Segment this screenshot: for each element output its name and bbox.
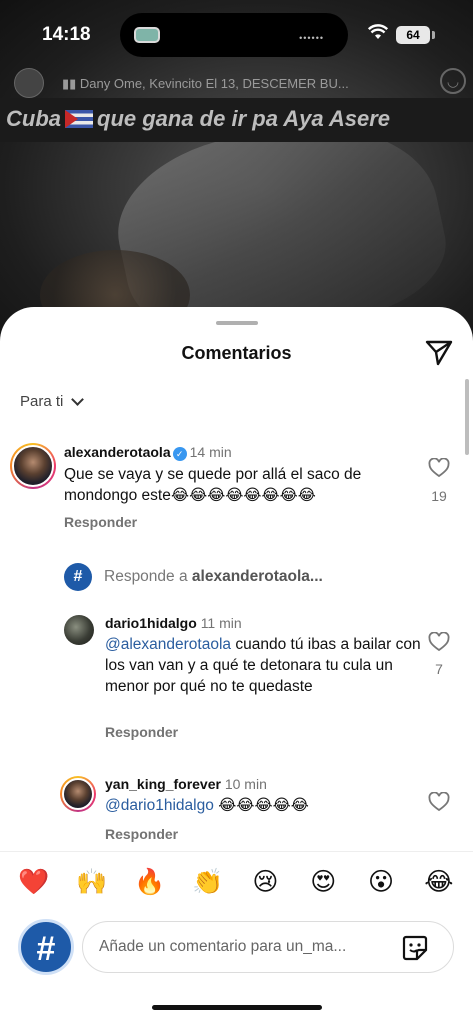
emoji-clap[interactable]: 👏 [188, 867, 228, 897]
paper-plane-icon[interactable] [424, 339, 454, 367]
comment-text: Que se vaya y se quede por allá el saco … [64, 466, 362, 504]
more-options-icon[interactable]: ◡ [440, 68, 466, 94]
reply-time: 11 min [200, 615, 242, 631]
comment-placeholder: Añade un comentario para un_ma... [99, 938, 347, 955]
sort-dropdown[interactable]: Para ti [20, 392, 85, 410]
hashtag-logo: # [64, 563, 92, 591]
status-time: 14:18 [42, 24, 91, 45]
comments-sheet: Comentarios Para ti alexanderotaola ✓ 14 m… [0, 307, 473, 1024]
music-title: Dany Ome, Kevincito El 13, DESCEMER BU..… [79, 76, 349, 91]
heart-outline-icon[interactable] [428, 791, 450, 812]
music-avatar[interactable] [14, 68, 44, 98]
like-count: 19 [431, 488, 447, 504]
home-indicator[interactable] [152, 1005, 322, 1010]
emoji-raised-hands[interactable]: 🙌 [72, 867, 112, 897]
emoji-quick-reactions: ❤️ 🙌 🔥 👏 😢 😍 😮 😂 [14, 867, 459, 897]
sticker-icon[interactable] [401, 934, 429, 962]
emoji-laughing[interactable]: 😂 [419, 867, 459, 897]
video-background: 14:18 •••••• 64 ▮▮ Dany Ome, Kevincito E… [0, 0, 473, 340]
reply-text: @dario1hidalgo 😂😂😂😂😂 [105, 795, 423, 816]
island-dots-icon: •••••• [299, 33, 324, 43]
comment-time: 14 min [189, 444, 232, 460]
reply-prompt-text: Responde a alexanderotaola... [104, 568, 323, 586]
comment-input[interactable]: Añade un comentario para un_ma... [82, 921, 454, 973]
avatar-dario1hidalgo[interactable] [64, 615, 94, 645]
sheet-title: Comentarios [181, 343, 292, 363]
heart-outline-icon[interactable] [428, 631, 450, 652]
mention-link[interactable]: @dario1hidalgo [105, 797, 214, 814]
sort-label: Para ti [20, 393, 64, 410]
avatar-image [12, 445, 54, 487]
reply-button[interactable]: Responder [64, 514, 137, 530]
sheet-grabber[interactable] [216, 321, 258, 325]
reply-text: @alexanderotaola cuando tú ibas a bailar… [105, 634, 423, 697]
reply-username[interactable]: dario1hidalgo 11 min [105, 615, 242, 631]
divider [0, 851, 473, 852]
reply-prompt-username: alexanderotaola... [191, 568, 323, 585]
reply-to-prompt[interactable]: # Responde a alexanderotaola... [64, 563, 323, 591]
reply-time: 10 min [224, 776, 267, 792]
avatar-alexanderotaola[interactable] [10, 443, 56, 489]
emoji-heart[interactable]: ❤️ [14, 867, 54, 897]
music-row[interactable]: ▮▮ Dany Ome, Kevincito El 13, DESCEMER B… [0, 66, 473, 98]
emoji-surprised[interactable]: 😮 [361, 867, 401, 897]
reply-button[interactable]: Responder [105, 724, 178, 740]
username-text: dario1hidalgo [105, 615, 197, 631]
like-count: 7 [435, 661, 443, 677]
comment-username[interactable]: alexanderotaola ✓ 14 min [64, 444, 232, 461]
avatar-yan_king_forever[interactable] [60, 776, 96, 812]
scrollbar[interactable] [465, 379, 469, 455]
video-caption: Cuba que gana de ir pa Aya Asere [6, 106, 390, 132]
user-avatar-hashtag-logo: # [18, 919, 74, 975]
battery-indicator: 64 [396, 26, 430, 44]
reply-username[interactable]: yan_king_forever 10 min [105, 776, 267, 792]
island-app-icon [134, 27, 160, 43]
reply-button[interactable]: Responder [105, 826, 178, 842]
status-bar: 14:18 •••••• 64 [0, 0, 473, 70]
caption-part-1: Cuba [6, 106, 61, 131]
music-attribution[interactable]: ▮▮ Dany Ome, Kevincito El 13, DESCEMER B… [62, 76, 349, 92]
emoji-crying[interactable]: 😢 [245, 867, 285, 897]
cuba-flag-icon [65, 110, 93, 128]
reply-body: 😂😂😂😂😂 [213, 797, 309, 814]
battery-tip [432, 31, 435, 39]
verified-badge-icon: ✓ [172, 447, 187, 461]
caption-part-2: que gana de ir pa Aya Asere [97, 106, 391, 131]
video-caption-banner: Cuba que gana de ir pa Aya Asere [0, 98, 473, 142]
dynamic-island: •••••• [120, 13, 348, 57]
reply-prompt-prefix: Responde a [104, 568, 192, 585]
username-text: alexanderotaola [64, 444, 171, 460]
mention-link[interactable]: @alexanderotaola [105, 636, 231, 653]
avatar-image [62, 778, 94, 810]
emoji-heart-eyes[interactable]: 😍 [303, 867, 343, 897]
chevron-down-icon [71, 392, 85, 406]
heart-outline-icon[interactable] [428, 457, 450, 478]
wifi-icon [367, 24, 389, 45]
username-text: yan_king_forever [105, 776, 221, 792]
emoji-fire[interactable]: 🔥 [130, 867, 170, 897]
